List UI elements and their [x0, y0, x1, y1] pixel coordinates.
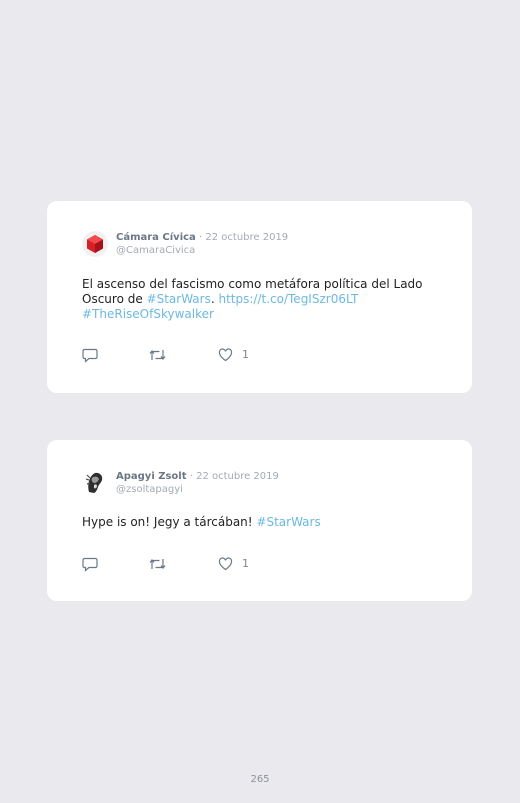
author-name[interactable]: Apagyi Zsolt [116, 471, 187, 482]
avatar[interactable] [82, 231, 108, 257]
reply-icon [82, 348, 98, 363]
retweet-icon [149, 348, 166, 362]
retweet-button[interactable] [149, 557, 166, 571]
like-count: 1 [242, 348, 249, 361]
tweet-text-part: Oscuro de [82, 292, 147, 306]
tweet-text-part: El ascenso del fascismo como metáfora po… [82, 277, 423, 291]
retweet-button[interactable] [149, 348, 166, 362]
reply-button[interactable] [82, 348, 98, 363]
retweet-icon [149, 557, 166, 571]
tweet-card: Apagyi Zsolt · 22 octubre 2019 @zsoltapa… [47, 440, 472, 601]
like-count: 1 [242, 557, 249, 570]
tweet-actions: 1 [82, 557, 282, 573]
author-name[interactable]: Cámara Cívica [116, 232, 196, 243]
like-button[interactable] [218, 557, 233, 571]
heart-icon [218, 557, 233, 571]
tweet-meta: Apagyi Zsolt · 22 octubre 2019 @zsoltapa… [116, 470, 279, 496]
tweet-text-part: Hype is on! Jegy a tárcában! [82, 515, 257, 529]
meta-separator: · [199, 232, 203, 243]
tweet-text: El ascenso del fascismo como metáfora po… [82, 277, 442, 322]
like-button[interactable] [218, 348, 233, 362]
page-number: 265 [250, 774, 270, 785]
reply-button[interactable] [82, 557, 98, 572]
url-link[interactable]: https://t.co/TegISzr06LT [219, 292, 359, 306]
meta-separator: · [189, 471, 193, 482]
heart-icon [218, 348, 233, 362]
tweet-text: Hype is on! Jegy a tárcában! #StarWars [82, 515, 442, 530]
tweet-date[interactable]: 22 octubre 2019 [196, 471, 279, 482]
author-handle[interactable]: @zsoltapagyi [116, 483, 279, 496]
tweet-card: Cámara Cívica · 22 octubre 2019 @CamaraC… [47, 201, 472, 393]
reply-icon [82, 557, 98, 572]
hashtag-link[interactable]: #StarWars [256, 515, 320, 529]
tweet-actions: 1 [82, 348, 282, 364]
tweet-meta: Cámara Cívica · 22 octubre 2019 @CamaraC… [116, 231, 288, 257]
avatar[interactable] [82, 469, 108, 495]
author-handle[interactable]: @CamaraCivica [116, 244, 288, 257]
tweet-date[interactable]: 22 octubre 2019 [205, 232, 288, 243]
tweet-text-part: . [210, 292, 219, 306]
hashtag-link[interactable]: #StarWars [147, 292, 211, 306]
hashtag-link[interactable]: #TheRiseOfSkywalker [82, 307, 214, 321]
